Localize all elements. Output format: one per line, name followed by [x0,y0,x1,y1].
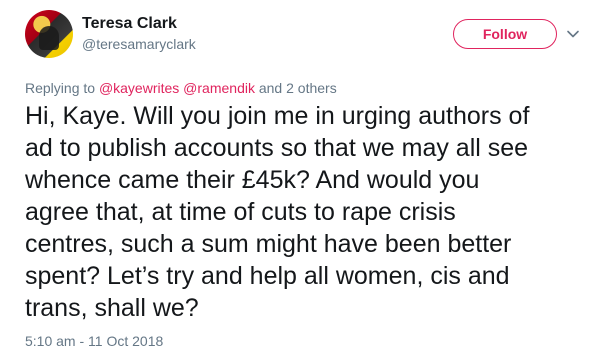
tweet-text-line: agree that, at time of cuts to rape cris… [25,198,456,226]
tweet-text-line: centres, such a sum might have been bett… [25,230,512,258]
tweet-text: Hi, Kaye. Will you join me in urging aut… [25,100,585,324]
tweet-text-line: ad to publish accounts so that we may al… [25,134,529,162]
author-name[interactable]: Teresa Clark [82,15,177,33]
tweet-text-line: trans, shall we? [25,294,199,322]
tweet-timestamp[interactable]: 5:10 am - 11 Oct 2018 [25,333,163,349]
tweet-card: Teresa Clark @teresamaryclark Follow Rep… [0,0,600,358]
follow-button[interactable]: Follow [453,19,557,49]
tweet-text-line: whence came their £45k? And would you [25,166,480,194]
mention-link[interactable]: @ramendik [183,80,255,96]
replying-to: Replying to @kayewrites @ramendik and 2 … [25,80,337,96]
mention-link[interactable]: @kayewrites [99,80,179,96]
tweet-text-line: Hi, Kaye. Will you join me in urging aut… [25,102,530,130]
chevron-down-icon[interactable] [566,27,580,41]
replying-suffix: and 2 others [258,80,337,96]
replying-prefix: Replying to [25,80,96,96]
tweet-text-line: spent? Let’s try and help all women, cis… [25,262,510,290]
author-handle[interactable]: @teresamaryclark [82,36,196,52]
avatar[interactable] [25,10,73,58]
